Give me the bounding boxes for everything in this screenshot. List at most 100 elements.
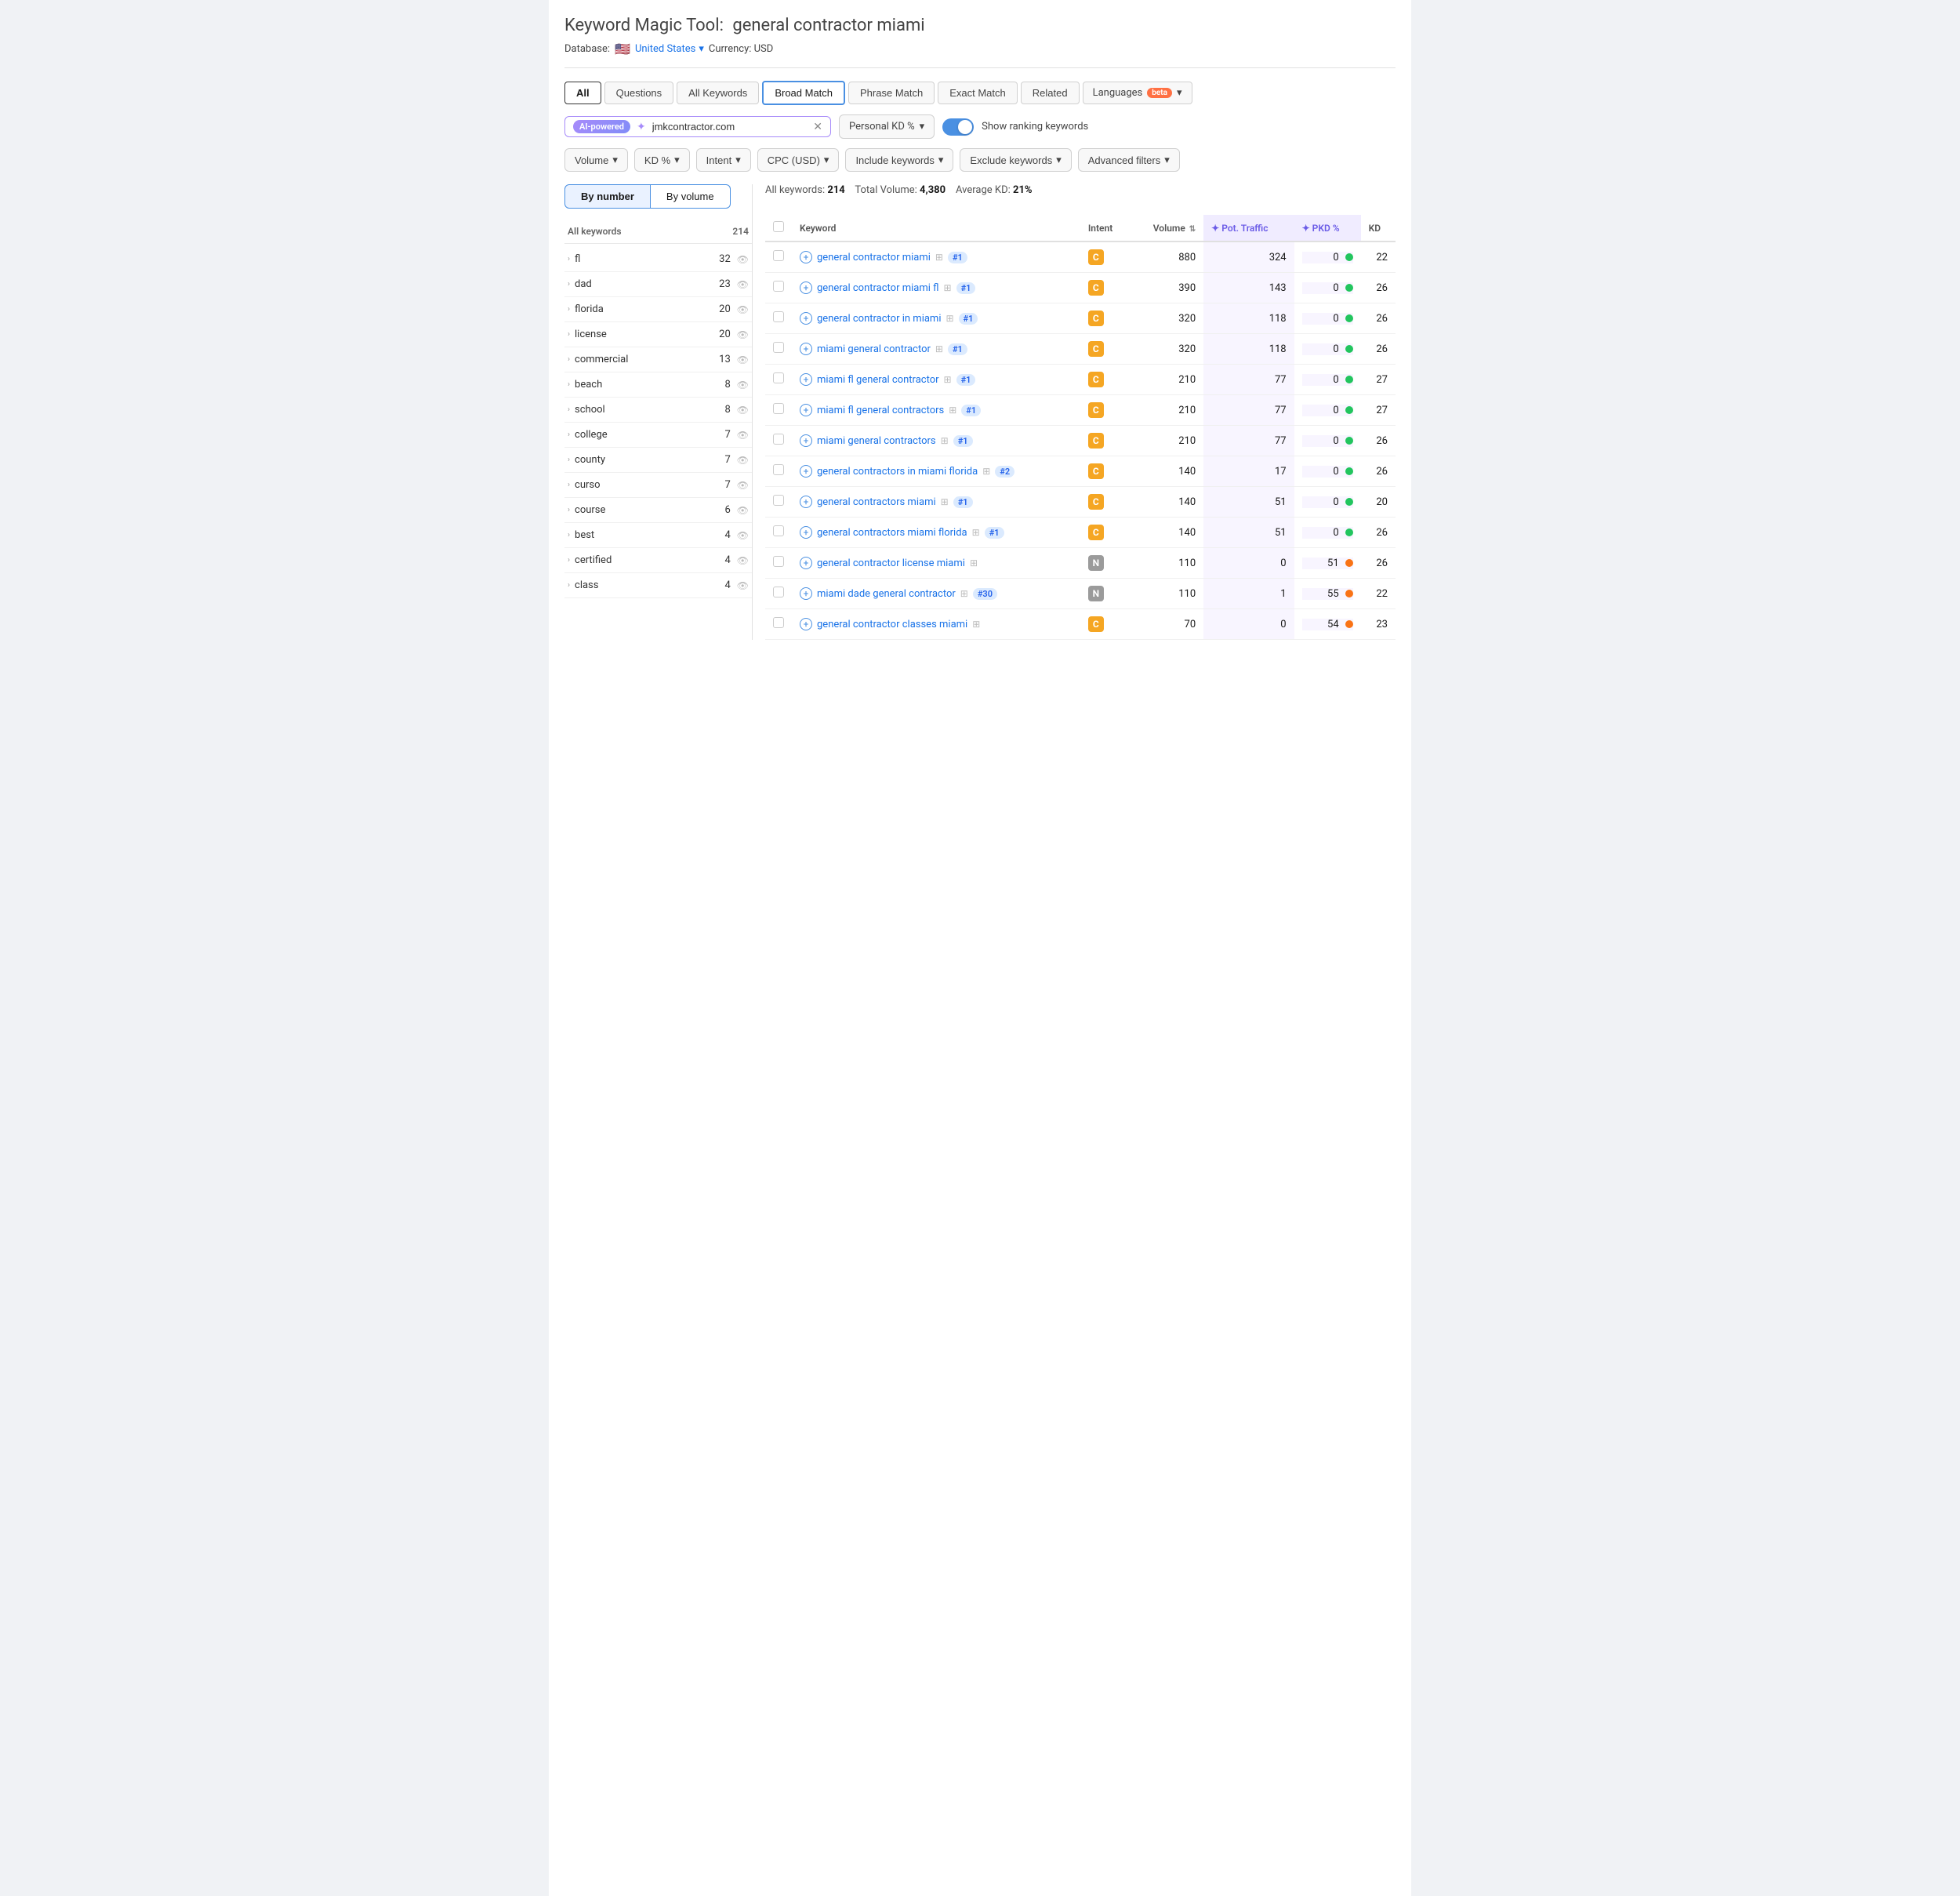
by-volume-button[interactable]: By volume	[651, 184, 731, 209]
eye-icon[interactable]: 👁	[737, 580, 749, 591]
row-checkbox-cell[interactable]	[765, 273, 792, 303]
keyword-link[interactable]: miami dade general contractor	[817, 588, 956, 600]
tab-broad-match[interactable]: Broad Match	[762, 81, 845, 105]
keyword-link[interactable]: general contractor miami	[817, 252, 931, 263]
add-keyword-button[interactable]: +	[800, 343, 812, 355]
include-keywords-filter[interactable]: Include keywords ▾	[845, 148, 953, 172]
add-keyword-button[interactable]: +	[800, 281, 812, 294]
row-checkbox[interactable]	[773, 617, 784, 628]
eye-icon[interactable]: 👁	[737, 430, 749, 441]
row-checkbox[interactable]	[773, 434, 784, 445]
row-checkbox[interactable]	[773, 403, 784, 414]
sidebar-item[interactable]: › county 7 👁	[564, 448, 752, 473]
row-checkbox[interactable]	[773, 587, 784, 597]
add-keyword-button[interactable]: +	[800, 557, 812, 569]
intent-filter[interactable]: Intent ▾	[696, 148, 751, 172]
add-keyword-button[interactable]: +	[800, 404, 812, 416]
row-checkbox-cell[interactable]	[765, 365, 792, 395]
row-checkbox-cell[interactable]	[765, 426, 792, 456]
add-keyword-button[interactable]: +	[800, 373, 812, 386]
row-checkbox[interactable]	[773, 342, 784, 353]
keyword-link[interactable]: general contractors in miami florida	[817, 466, 978, 478]
add-keyword-button[interactable]: +	[800, 434, 812, 447]
keyword-link[interactable]: miami general contractor	[817, 343, 931, 355]
sidebar-item[interactable]: › fl 32 👁	[564, 247, 752, 272]
eye-icon[interactable]: 👁	[737, 304, 749, 315]
row-checkbox[interactable]	[773, 372, 784, 383]
sidebar-item[interactable]: › best 4 👁	[564, 523, 752, 548]
row-checkbox-cell[interactable]	[765, 518, 792, 548]
row-checkbox[interactable]	[773, 464, 784, 475]
add-keyword-button[interactable]: +	[800, 496, 812, 508]
tab-all[interactable]: All	[564, 82, 601, 104]
add-keyword-button[interactable]: +	[800, 587, 812, 600]
row-checkbox[interactable]	[773, 525, 784, 536]
row-checkbox-cell[interactable]	[765, 395, 792, 426]
eye-icon[interactable]: 👁	[737, 279, 749, 290]
eye-icon[interactable]: 👁	[737, 405, 749, 416]
keyword-link[interactable]: general contractor in miami	[817, 313, 941, 325]
sidebar-item[interactable]: › curso 7 👁	[564, 473, 752, 498]
eye-icon[interactable]: 👁	[737, 480, 749, 491]
eye-icon[interactable]: 👁	[737, 354, 749, 365]
add-keyword-button[interactable]: +	[800, 526, 812, 539]
languages-dropdown[interactable]: Languages beta ▾	[1083, 82, 1192, 104]
sidebar-item[interactable]: › college 7 👁	[564, 423, 752, 448]
add-keyword-button[interactable]: +	[800, 465, 812, 478]
volume-filter[interactable]: Volume ▾	[564, 148, 628, 172]
keyword-link[interactable]: general contractor license miami	[817, 558, 965, 569]
add-keyword-button[interactable]: +	[800, 251, 812, 263]
sidebar-item[interactable]: › school 8 👁	[564, 398, 752, 423]
sidebar-item[interactable]: › certified 4 👁	[564, 548, 752, 573]
country-dropdown[interactable]: United States ▾	[635, 43, 704, 55]
kd-dropdown[interactable]: Personal KD % ▾	[839, 114, 935, 139]
row-checkbox-cell[interactable]	[765, 303, 792, 334]
sidebar-item[interactable]: › commercial 13 👁	[564, 347, 752, 372]
add-keyword-button[interactable]: +	[800, 618, 812, 630]
cpc-filter[interactable]: CPC (USD) ▾	[757, 148, 840, 172]
sidebar-item[interactable]: › dad 23 👁	[564, 272, 752, 297]
keyword-link[interactable]: miami fl general contractor	[817, 374, 939, 386]
sidebar-item[interactable]: › florida 20 👁	[564, 297, 752, 322]
add-keyword-button[interactable]: +	[800, 312, 812, 325]
row-checkbox-cell[interactable]	[765, 579, 792, 609]
kd-filter[interactable]: KD % ▾	[634, 148, 690, 172]
by-number-button[interactable]: By number	[564, 184, 651, 209]
eye-icon[interactable]: 👁	[737, 530, 749, 541]
row-checkbox[interactable]	[773, 495, 784, 506]
row-checkbox-cell[interactable]	[765, 609, 792, 640]
eye-icon[interactable]: 👁	[737, 505, 749, 516]
ai-search-input[interactable]: AI-powered ✦ ✕	[564, 116, 831, 137]
row-checkbox-cell[interactable]	[765, 487, 792, 518]
tab-phrase-match[interactable]: Phrase Match	[848, 82, 935, 104]
ranking-keywords-toggle[interactable]	[942, 118, 974, 136]
clear-button[interactable]: ✕	[813, 120, 822, 133]
eye-icon[interactable]: 👁	[737, 329, 749, 340]
tab-exact-match[interactable]: Exact Match	[938, 82, 1018, 104]
eye-icon[interactable]: 👁	[737, 380, 749, 390]
row-checkbox[interactable]	[773, 556, 784, 567]
select-all-checkbox[interactable]	[773, 221, 784, 232]
eye-icon[interactable]: 👁	[737, 254, 749, 265]
row-checkbox-cell[interactable]	[765, 334, 792, 365]
row-checkbox[interactable]	[773, 281, 784, 292]
domain-input[interactable]	[652, 121, 808, 133]
row-checkbox-cell[interactable]	[765, 242, 792, 273]
keyword-link[interactable]: miami general contractors	[817, 435, 936, 447]
row-checkbox[interactable]	[773, 311, 784, 322]
keyword-link[interactable]: general contractors miami florida	[817, 527, 967, 539]
column-volume[interactable]: Volume ⇅	[1131, 215, 1203, 242]
advanced-filters[interactable]: Advanced filters ▾	[1078, 148, 1180, 172]
sidebar-item[interactable]: › beach 8 👁	[564, 372, 752, 398]
tab-all-keywords[interactable]: All Keywords	[677, 82, 759, 104]
sidebar-item[interactable]: › course 6 👁	[564, 498, 752, 523]
eye-icon[interactable]: 👁	[737, 455, 749, 466]
exclude-keywords-filter[interactable]: Exclude keywords ▾	[960, 148, 1071, 172]
sidebar-item[interactable]: › license 20 👁	[564, 322, 752, 347]
eye-icon[interactable]: 👁	[737, 555, 749, 566]
tab-related[interactable]: Related	[1021, 82, 1080, 104]
row-checkbox-cell[interactable]	[765, 548, 792, 579]
row-checkbox-cell[interactable]	[765, 456, 792, 487]
row-checkbox[interactable]	[773, 250, 784, 261]
tab-questions[interactable]: Questions	[604, 82, 674, 104]
